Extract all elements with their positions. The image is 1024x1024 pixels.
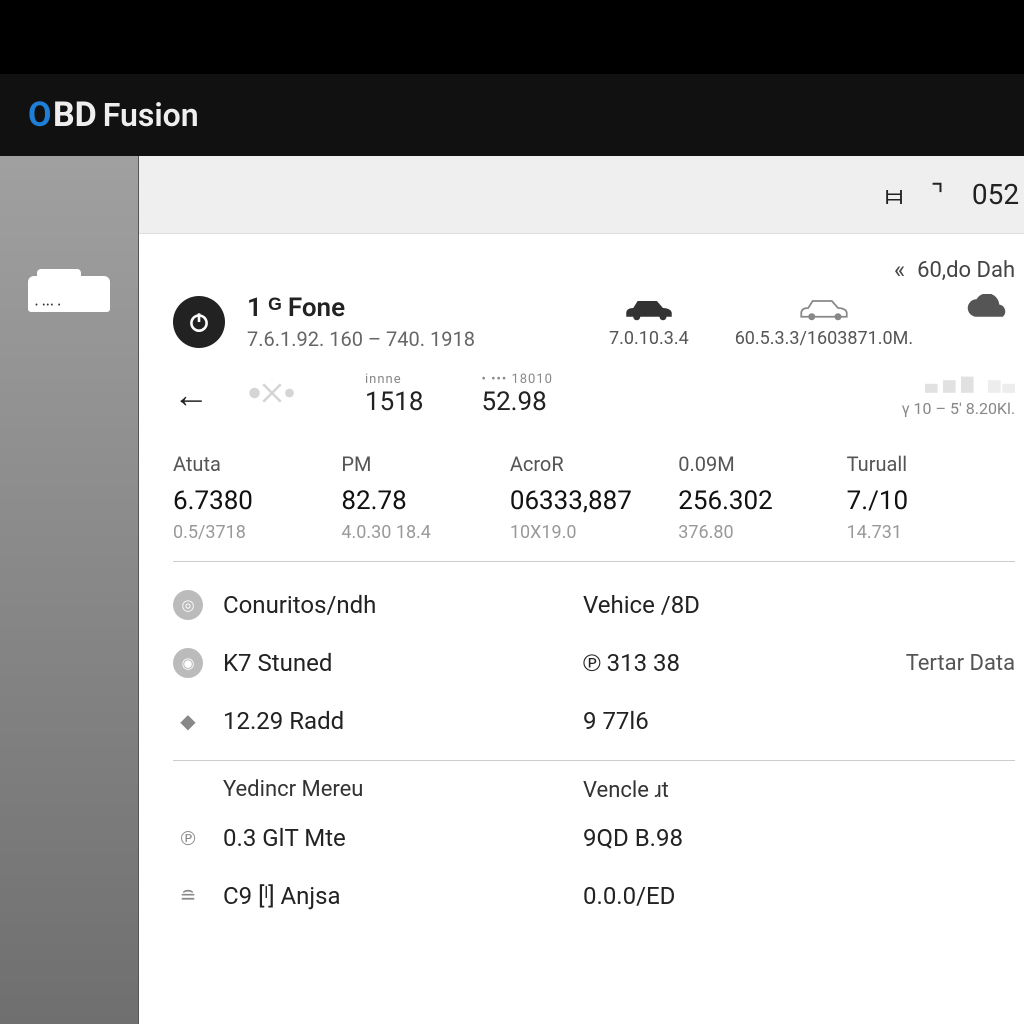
status-icon-1: ⧦ xyxy=(885,178,902,212)
row-value: 9 77l6 xyxy=(583,707,783,735)
row-value: 9QD B.98 xyxy=(583,824,783,852)
app-title-prefix: O xyxy=(28,95,52,135)
stat-h-3: 0.09M xyxy=(678,452,846,476)
cloud-icon xyxy=(959,294,1015,322)
row-extra[interactable]: Tertar Data xyxy=(906,651,1015,676)
row-label: 0.3 GlT Mte xyxy=(223,824,583,852)
car-metric-2: 60.5.3.3/1603871.0M. xyxy=(735,328,913,349)
car-metric-1: 7.0.10.3.4 xyxy=(609,328,689,349)
row-label: 12.29 Radd xyxy=(223,707,583,735)
breadcrumb-text: 60,do Dah xyxy=(917,258,1015,283)
metric-2-val: 52.98 xyxy=(481,387,546,417)
session-sub: 7.6.1.92. 160 – 740. 1918 xyxy=(247,327,587,351)
row-value: Vehice /8D xyxy=(583,591,783,619)
metric-tail: γ 10 – 5' 8.20Kl. xyxy=(902,399,1016,418)
car-icon xyxy=(621,294,677,322)
stat-s-4: 14.731 xyxy=(847,522,1015,543)
stat-s-2: 10X19.0 xyxy=(510,522,678,543)
status-icon-2: ⌝ xyxy=(931,178,944,211)
stat-h-4: Turuall xyxy=(847,452,1015,476)
list-row[interactable]: ◆ 12.29 Radd 9 77l6 xyxy=(173,692,1015,750)
stats-grid: Atuta 6.7380 0.5/3718 PM 82.78 4.0.30 18.4 A… xyxy=(173,452,1015,562)
stat-v-3: 256.302 xyxy=(678,486,846,516)
system-topbar xyxy=(0,0,1024,74)
list-row[interactable]: ℗ 0.3 GlT Mte 9QD B.98 xyxy=(173,809,1015,867)
group-a: Yedincr Mereu xyxy=(223,777,583,803)
metric-1-key: innne xyxy=(365,372,402,387)
row-icon: ≘ xyxy=(173,881,203,911)
row-value: ℗ 313 38 xyxy=(583,649,783,678)
row-icon: ◎ xyxy=(173,590,203,620)
session-title: 1 ᴳ Fone xyxy=(247,292,587,323)
row-label: Conuritos/ndh xyxy=(223,591,583,619)
car-outline-icon xyxy=(796,294,852,322)
status-bar: ⧦ ⌝ 052 xyxy=(139,156,1024,234)
list-row[interactable]: ≘ C9 [ˡ] Anjsa 0.0.0/ED xyxy=(173,867,1015,925)
row-icon: ℗ xyxy=(173,823,203,853)
status-code: 052 xyxy=(972,178,1019,211)
signal-bars-icon xyxy=(925,371,1015,397)
app-title-suffix: Fusion xyxy=(103,96,199,134)
stat-s-1: 4.0.30 18.4 xyxy=(341,522,509,543)
list-row[interactable]: ◉ K7 Stuned ℗ 313 38 Tertar Data xyxy=(173,634,1015,692)
stat-h-1: PM xyxy=(341,452,509,476)
breadcrumb-row[interactable]: « 60,do Dah xyxy=(173,256,1015,284)
satellite-icon xyxy=(237,375,307,415)
group-header: Yedincr Mereu Vencle ɹt xyxy=(173,767,1015,809)
stat-s-0: 0.5/3718 xyxy=(173,522,341,543)
list-row[interactable]: ◎ Conuritos/ndh Vehice /8D xyxy=(173,576,1015,634)
chevron-left-icon[interactable]: « xyxy=(894,256,905,284)
stat-h-2: AcroR xyxy=(510,452,678,476)
row-icon: ◉ xyxy=(173,648,203,678)
stat-h-0: Atuta xyxy=(173,452,341,476)
row-icon: ◆ xyxy=(173,706,203,736)
stat-v-4: 7./10 xyxy=(847,486,1015,516)
back-icon[interactable]: ← xyxy=(173,374,209,416)
main-panel: ⧦ ⌝ 052 « 60,do Dah 1 ᴳ Fone 7.6.1.92. 1… xyxy=(139,156,1024,1024)
row-label: C9 [ˡ] Anjsa xyxy=(223,882,583,911)
stat-s-3: 376.80 xyxy=(678,522,846,543)
group-b: Vencle ɹt xyxy=(583,777,669,803)
power-icon[interactable] xyxy=(173,296,225,348)
row-label: K7 Stuned xyxy=(223,649,583,677)
stat-v-2: 06333,887 xyxy=(510,486,678,516)
app-title-mid: BD xyxy=(53,95,97,135)
app-titlebar: O BD Fusion xyxy=(0,74,1024,156)
metric-2-key: • ••• 18010 xyxy=(481,372,553,387)
sidebar xyxy=(0,156,139,1024)
metric-1-val: 1518 xyxy=(365,387,423,417)
row-value: 0.0.0/ED xyxy=(583,882,783,910)
device-card-icon[interactable] xyxy=(28,276,110,312)
stat-v-1: 82.78 xyxy=(341,486,509,516)
stat-v-0: 6.7380 xyxy=(173,486,341,516)
